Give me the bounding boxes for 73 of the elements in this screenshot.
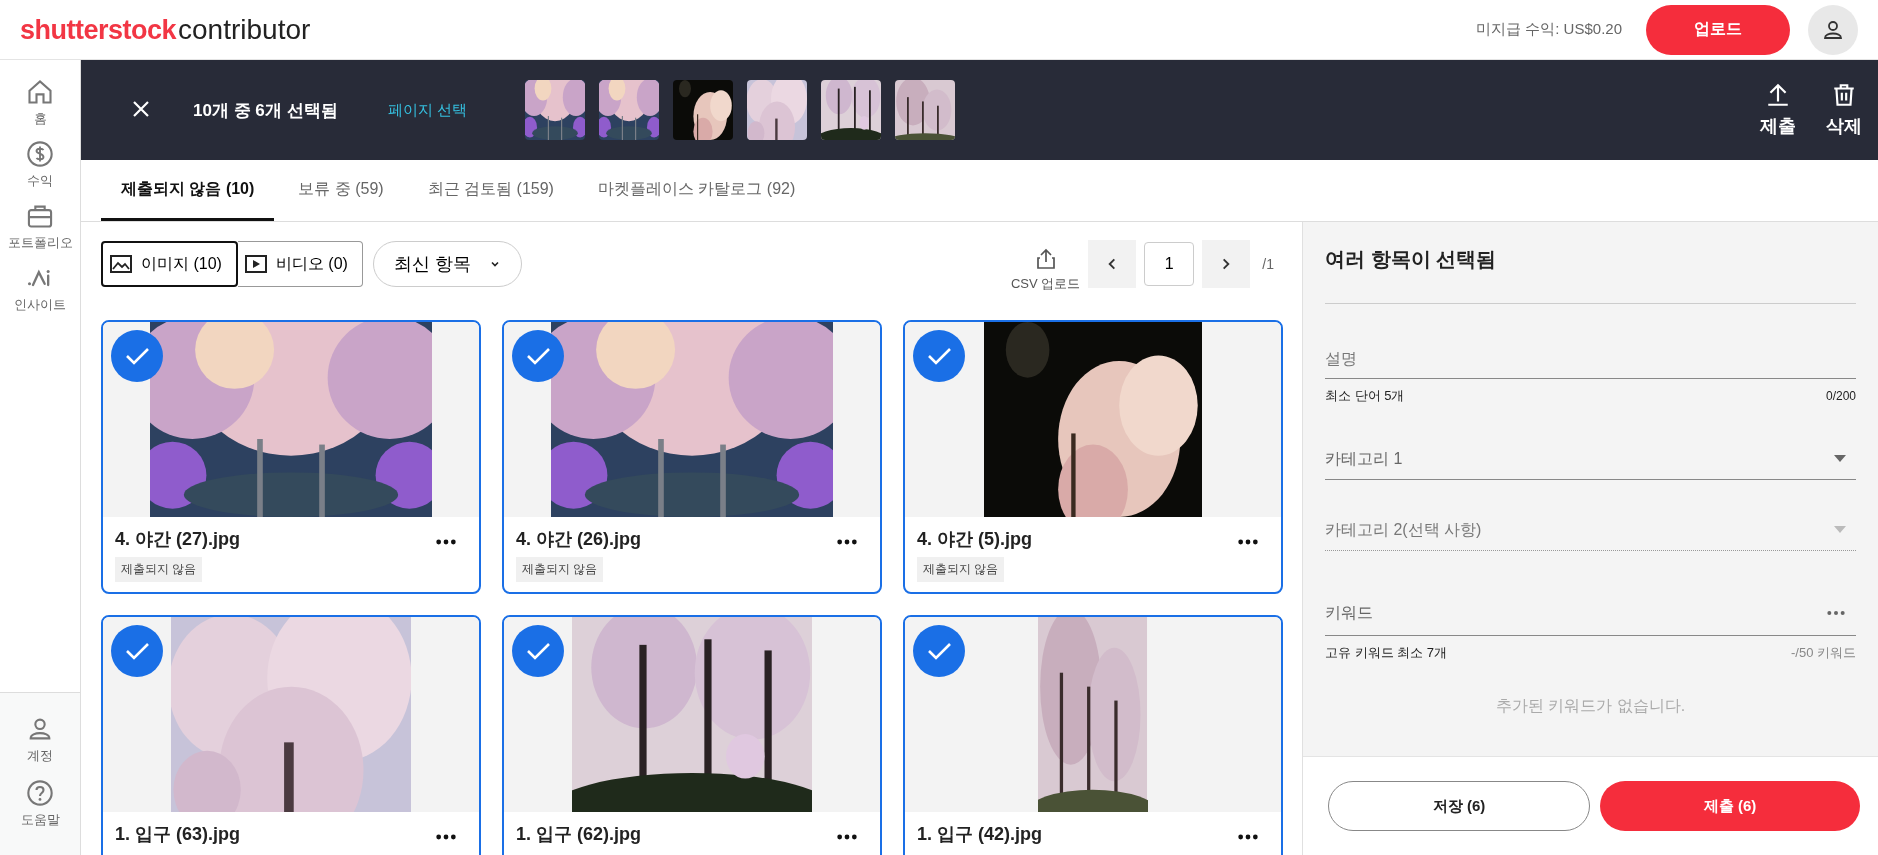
- keyword-counter: -/50 키워드: [1791, 644, 1856, 662]
- description-hint: 최소 단어 5개: [1325, 387, 1405, 405]
- more-icon[interactable]: [1237, 539, 1259, 545]
- save-button[interactable]: 저장 (6): [1328, 781, 1590, 831]
- sort-dropdown[interactable]: 최신 항목: [372, 241, 522, 287]
- file-name: 1. 입구 (62).jpg: [516, 823, 641, 846]
- upload-button[interactable]: 업로드: [1646, 4, 1790, 55]
- checkmark-icon[interactable]: [913, 625, 965, 677]
- sidebar-item[interactable]: 포트폴리오: [7, 202, 73, 252]
- status-tab[interactable]: 마켓플레이스 카탈로그 (92): [577, 160, 816, 221]
- sidebar-item[interactable]: 수익: [26, 140, 54, 190]
- file-name: 1. 입구 (42).jpg: [917, 823, 1042, 846]
- account-avatar[interactable]: [1808, 4, 1858, 55]
- dollar-icon: [26, 140, 54, 168]
- status-tag: 제출되지 않음: [917, 557, 1005, 582]
- file-name: 4. 야간 (27).jpg: [115, 528, 240, 551]
- category-dropdown[interactable]: 카테고리 1: [1325, 439, 1856, 480]
- asset-card[interactable]: 4. 야간 (26).jpg 제출되지 않음: [502, 320, 882, 594]
- checkmark-icon[interactable]: [913, 330, 965, 382]
- panel-title: 여러 항목이 선택됨: [1325, 247, 1498, 272]
- status-tag: 제출되지 않음: [516, 557, 604, 582]
- sidebar-item[interactable]: 인사이트: [14, 264, 66, 314]
- dropdown-arrow-icon: [1834, 526, 1846, 534]
- checkmark-icon[interactable]: [111, 330, 163, 382]
- file-name: 4. 야간 (5).jpg: [917, 528, 1032, 551]
- more-icon[interactable]: [435, 834, 457, 840]
- more-icon[interactable]: [1237, 834, 1259, 840]
- status-tab[interactable]: 제출되지 않음 (10): [101, 160, 275, 221]
- csv-upload-button[interactable]: CSV 업로드: [1010, 247, 1081, 293]
- keywords-hint: 고유 키워드 최소 7개: [1325, 644, 1448, 662]
- character-counter: 0/200: [1825, 389, 1856, 403]
- delete-button[interactable]: 삭제: [1826, 82, 1862, 138]
- more-icon[interactable]: [836, 539, 858, 545]
- description-field[interactable]: 설명: [1325, 340, 1856, 379]
- page-total: /1: [1262, 256, 1274, 272]
- close-icon: [131, 99, 151, 119]
- submit-button[interactable]: 제출: [1760, 82, 1796, 138]
- more-icon[interactable]: [435, 539, 457, 545]
- asset-card[interactable]: 1. 입구 (42).jpg: [903, 615, 1283, 855]
- video-icon: [243, 252, 268, 276]
- home-icon: [26, 78, 54, 106]
- checkmark-icon[interactable]: [512, 625, 564, 677]
- status-tab[interactable]: 보류 중 (59): [278, 160, 404, 221]
- sidebar-item[interactable]: 계정: [26, 715, 54, 765]
- help-icon: [26, 779, 54, 807]
- selection-summary: 10개 중 6개 선택됨: [193, 99, 338, 122]
- dropdown-arrow-icon: [1834, 455, 1846, 463]
- keywords-field[interactable]: 키워드: [1325, 591, 1856, 636]
- more-icon[interactable]: [836, 834, 858, 840]
- checkmark-icon[interactable]: [111, 625, 163, 677]
- earnings-text: 미지급 수익: US$0.20: [1476, 20, 1622, 39]
- image-icon: [109, 252, 133, 276]
- checkmark-icon[interactable]: [512, 330, 564, 382]
- logo-brand[interactable]: shutterstock: [20, 14, 177, 46]
- sidebar-item[interactable]: 홈: [26, 78, 54, 128]
- submit-button[interactable]: 제출 (6): [1600, 781, 1860, 831]
- file-name: 1. 입구 (63).jpg: [115, 823, 240, 846]
- sidebar-item[interactable]: 도움말: [20, 779, 60, 829]
- media-filter[interactable]: 이미지 (10): [101, 241, 238, 287]
- page-number-field[interactable]: 1: [1144, 242, 1195, 286]
- file-name: 4. 야간 (26).jpg: [516, 528, 641, 551]
- status-tab[interactable]: 최근 검토됨 (159): [407, 160, 574, 221]
- logo-product[interactable]: contributor: [178, 13, 311, 46]
- upload-icon: [1765, 82, 1791, 108]
- trash-icon: [1831, 82, 1857, 108]
- status-tag: 제출되지 않음: [115, 557, 203, 582]
- media-filter[interactable]: 비디오 (0): [237, 241, 363, 287]
- asset-card[interactable]: 4. 야간 (5).jpg 제출되지 않음: [903, 320, 1283, 594]
- asset-card[interactable]: 4. 야간 (27).jpg 제출되지 않음: [101, 320, 481, 594]
- asset-card[interactable]: 1. 입구 (62).jpg: [502, 615, 882, 855]
- select-page-link[interactable]: 페이지 선택: [387, 100, 467, 120]
- asset-card[interactable]: 1. 입구 (63).jpg: [101, 615, 481, 855]
- empty-keywords-message: 추가된 키워드가 없습니다.: [1494, 696, 1687, 716]
